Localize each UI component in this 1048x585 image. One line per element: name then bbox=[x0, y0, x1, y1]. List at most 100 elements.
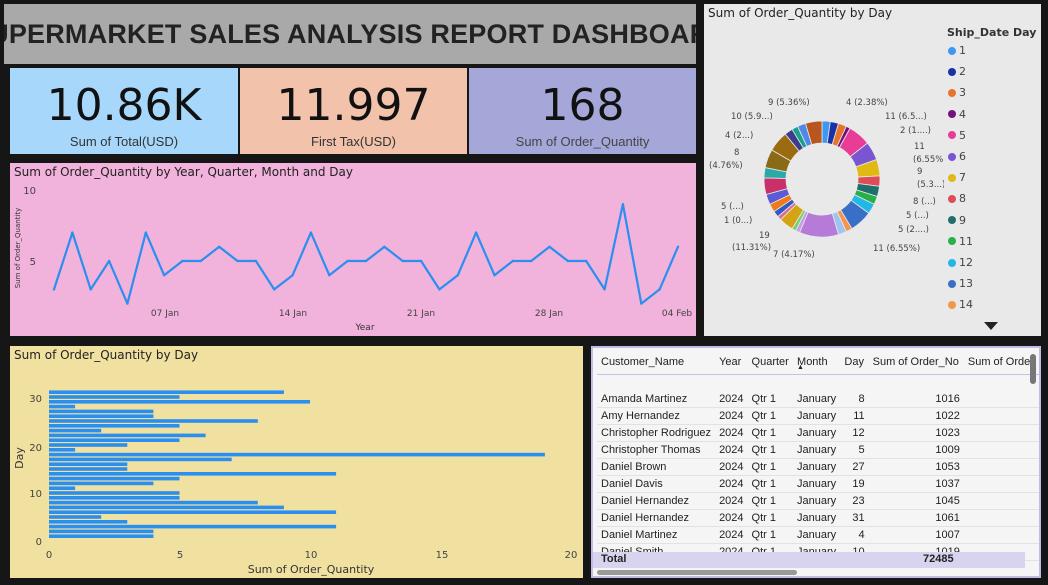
bar-day-3[interactable] bbox=[49, 524, 337, 529]
table-row[interactable]: Amy Hernandez 2024 Qtr 1 January 11 1022 bbox=[597, 407, 1039, 425]
line-point[interactable] bbox=[144, 231, 147, 234]
line-point[interactable] bbox=[162, 274, 166, 277]
line-point[interactable] bbox=[493, 274, 496, 277]
line-point[interactable] bbox=[217, 245, 221, 248]
legend-item-day-8[interactable]: 8 bbox=[948, 192, 966, 205]
line-point[interactable] bbox=[640, 302, 643, 305]
bar-day-1[interactable] bbox=[49, 534, 154, 538]
bar-day-18[interactable] bbox=[49, 452, 545, 457]
line-point[interactable] bbox=[548, 245, 551, 248]
table-vertical-scrollbar[interactable] bbox=[1030, 354, 1036, 384]
line-point[interactable] bbox=[364, 259, 368, 263]
bar-day-28[interactable] bbox=[49, 404, 76, 409]
line-chart-panel[interactable]: Sum of Order_Quantity by Year, Quarter, … bbox=[10, 163, 696, 336]
bar-day-8[interactable] bbox=[49, 500, 258, 505]
legend-item-day-12[interactable]: 12 bbox=[948, 256, 973, 269]
legend-item-day-14[interactable]: 14 bbox=[948, 298, 973, 311]
line-point[interactable] bbox=[456, 274, 459, 277]
legend-more-arrow-icon[interactable] bbox=[984, 322, 998, 330]
legend-item-day-1[interactable]: 1 bbox=[948, 44, 966, 57]
line-point[interactable] bbox=[181, 259, 184, 263]
bar-day-24[interactable] bbox=[49, 424, 180, 428]
col-header-customer-name[interactable]: Customer_Name bbox=[597, 350, 716, 375]
table-row[interactable]: Christopher Thomas 2024 Qtr 1 January 5 1009 bbox=[597, 441, 1039, 459]
legend-item-day-2[interactable]: 2 bbox=[948, 65, 966, 78]
line-point[interactable] bbox=[529, 259, 533, 263]
line-point[interactable] bbox=[107, 259, 111, 263]
legend-item-day-7[interactable]: 7 bbox=[948, 171, 966, 184]
line-point[interactable] bbox=[346, 259, 349, 263]
legend-item-day-11[interactable]: 11 bbox=[948, 235, 973, 248]
bar-day-2[interactable] bbox=[49, 529, 154, 534]
line-point[interactable] bbox=[603, 288, 606, 291]
table-horizontal-scrollbar[interactable] bbox=[597, 570, 797, 575]
line-point[interactable] bbox=[401, 259, 404, 263]
bar-day-4[interactable] bbox=[49, 520, 128, 524]
col-header-month[interactable]: Month ▲ bbox=[793, 350, 841, 375]
line-point[interactable] bbox=[199, 259, 203, 263]
legend-item-day-6[interactable]: 6 bbox=[948, 150, 966, 163]
legend-item-day-13[interactable]: 13 bbox=[948, 277, 973, 290]
line-point[interactable] bbox=[71, 231, 74, 234]
line-point[interactable] bbox=[254, 259, 258, 263]
line-point[interactable] bbox=[676, 245, 680, 248]
bar-chart[interactable]: 0 5 10 15 20 30 20 10 0 Sum of Order_Qua… bbox=[10, 346, 583, 578]
table-row[interactable]: Daniel Hernandez 2024 Qtr 1 January 31 1061 bbox=[597, 509, 1039, 527]
bar-day-16[interactable] bbox=[49, 462, 128, 466]
orders-table-panel[interactable]: Customer_Name Year Quarter Month ▲ Day Su… bbox=[591, 346, 1041, 578]
table-row[interactable]: Daniel Brown 2024 Qtr 1 January 27 1053 bbox=[597, 458, 1039, 476]
legend-item-day-5[interactable]: 5 bbox=[948, 129, 966, 142]
line-point[interactable] bbox=[511, 259, 515, 263]
line-point[interactable] bbox=[89, 288, 92, 291]
line-point[interactable] bbox=[585, 259, 588, 263]
line-point[interactable] bbox=[126, 302, 129, 305]
line-point[interactable] bbox=[309, 231, 313, 234]
table-row[interactable]: Christopher Rodriguez 2024 Qtr 1 January 12 1… bbox=[597, 424, 1039, 442]
bar-day-31[interactable] bbox=[49, 390, 284, 394]
bar-day-21[interactable] bbox=[49, 438, 180, 442]
line-point[interactable] bbox=[273, 288, 276, 291]
line-point[interactable] bbox=[658, 288, 661, 291]
line-point[interactable] bbox=[383, 245, 386, 248]
bar-day-17[interactable] bbox=[49, 457, 232, 462]
donut-chart[interactable]: 9 (5.36%) 4 (2.38%) 10 (5.9...) 11 (6.5.… bbox=[704, 4, 944, 336]
line-point[interactable] bbox=[291, 274, 294, 277]
bar-day-14[interactable] bbox=[49, 472, 337, 476]
bar-day-29[interactable] bbox=[49, 400, 310, 404]
bar-day-5[interactable] bbox=[49, 515, 102, 519]
bar-day-6[interactable] bbox=[49, 510, 337, 514]
bar-day-27[interactable] bbox=[49, 409, 154, 414]
line-point[interactable] bbox=[566, 259, 570, 263]
kpi-card-tax[interactable]: 11.997 First Tax(USD) bbox=[240, 68, 467, 154]
bar-day-22[interactable] bbox=[49, 433, 206, 438]
col-header-year[interactable]: Year bbox=[715, 350, 748, 375]
bar-day-7[interactable] bbox=[49, 505, 284, 510]
table-row[interactable]: Daniel Martinez 2024 Qtr 1 January 4 1007 bbox=[597, 526, 1039, 544]
legend-item-day-4[interactable]: 4 bbox=[948, 108, 966, 121]
line-point[interactable] bbox=[328, 274, 331, 277]
legend-item-day-3[interactable]: 3 bbox=[948, 86, 966, 99]
bar-day-20[interactable] bbox=[49, 443, 128, 447]
bar-day-30[interactable] bbox=[49, 395, 180, 399]
kpi-card-total[interactable]: 10.86K Sum of Total(USD) bbox=[10, 68, 238, 154]
bar-day-11[interactable] bbox=[49, 486, 76, 490]
line-series[interactable] bbox=[52, 203, 680, 305]
donut-chart-panel[interactable]: Sum of Order_Quantity by Day 9 (5.36%) 4… bbox=[704, 4, 1041, 336]
line-chart[interactable]: 10 5 Sum of Order_Quantity 07 Jan 14 Jan… bbox=[10, 163, 696, 336]
bar-day-25[interactable] bbox=[49, 419, 258, 423]
legend-item-day-9[interactable]: 9 bbox=[948, 214, 966, 227]
bar-day-9[interactable] bbox=[49, 496, 180, 500]
col-header-day[interactable]: Day bbox=[840, 350, 869, 375]
bar-day-23[interactable] bbox=[49, 428, 102, 433]
line-point[interactable] bbox=[52, 288, 56, 291]
bar-chart-panel[interactable]: Sum of Order_Quantity by Day 0 5 10 15 2… bbox=[10, 346, 583, 578]
table-row[interactable]: Daniel Hernandez 2024 Qtr 1 January 23 1045 bbox=[597, 492, 1039, 510]
line-point[interactable] bbox=[621, 203, 625, 206]
bar-day-13[interactable] bbox=[49, 476, 180, 481]
line-point[interactable] bbox=[419, 259, 423, 263]
col-header-sum-order[interactable]: Sum of Order bbox=[963, 350, 1039, 375]
kpi-card-quantity[interactable]: 168 Sum of Order_Quantity bbox=[469, 68, 696, 154]
line-point[interactable] bbox=[236, 259, 239, 263]
bar-day-26[interactable] bbox=[49, 414, 154, 418]
bar-day-10[interactable] bbox=[49, 491, 180, 495]
